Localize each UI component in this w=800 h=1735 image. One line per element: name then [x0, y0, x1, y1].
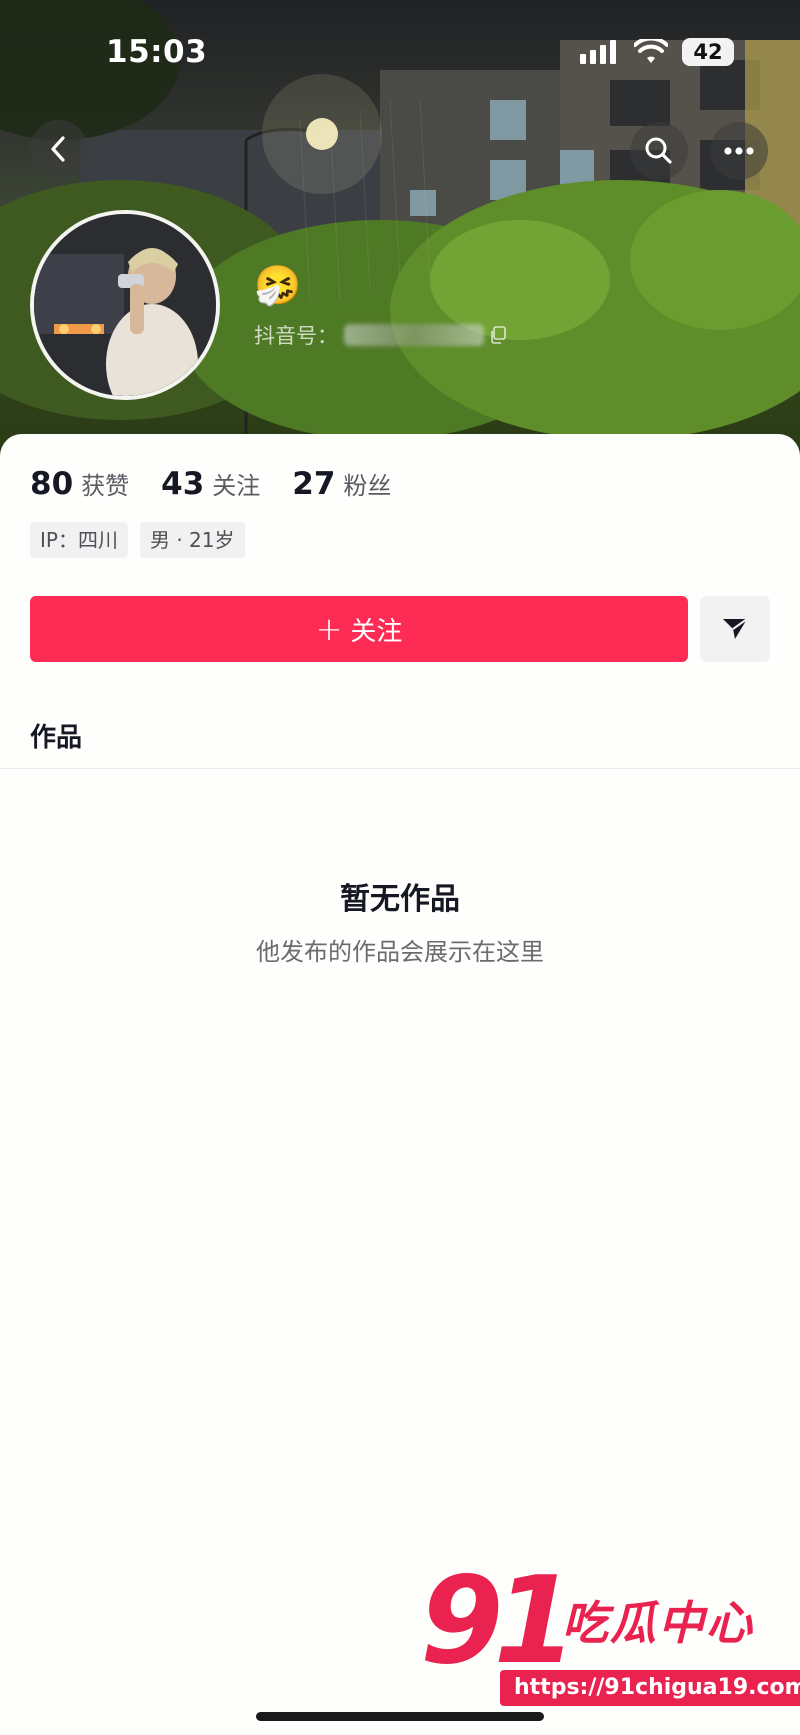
search-icon [645, 137, 672, 164]
back-button[interactable] [30, 120, 88, 178]
empty-state-title: 暂无作品 [340, 882, 460, 917]
empty-state-subtitle: 他发布的作品会展示在这里 [256, 938, 544, 966]
cellular-signal-icon [580, 40, 616, 64]
douyin-id-label: 抖音号： [254, 324, 338, 348]
home-indicator[interactable] [256, 1712, 544, 1721]
watermark-url: https://91chigua19.com [500, 1670, 800, 1706]
watermark-logo: 91 吃瓜中心 https://91chigua19.com [420, 1562, 800, 1720]
more-options-button[interactable] [710, 122, 768, 180]
stat-followers[interactable]: 27 粉丝 [292, 466, 391, 502]
battery-indicator: 42 [682, 38, 734, 66]
stat-following-value: 43 [161, 466, 205, 502]
tag-ip-location: IP：四川 [30, 522, 128, 558]
watermark-name: 吃瓜中心 [562, 1596, 754, 1650]
status-time: 15:03 [106, 34, 208, 70]
message-button[interactable] [700, 596, 770, 662]
follow-button-label: 关注 [350, 616, 403, 647]
profile-stats: 80 获赞 43 关注 27 粉丝 [30, 466, 391, 502]
profile-nickname-emoji: 🤧 [254, 263, 302, 307]
send-message-icon [723, 618, 748, 639]
stat-followers-label: 粉丝 [343, 472, 392, 500]
follow-button[interactable]: + 关注 [30, 596, 688, 662]
tab-works[interactable]: 作品 [30, 717, 82, 754]
more-horizontal-icon [724, 147, 754, 155]
stat-following-label: 关注 [212, 472, 261, 500]
douyin-id-value-redacted [344, 324, 484, 346]
wifi-icon [634, 39, 668, 63]
tag-gender-age: 男 · 21岁 [139, 522, 245, 558]
stat-likes-label: 获赞 [81, 472, 130, 500]
copy-icon[interactable] [490, 326, 506, 344]
stat-likes-value: 80 [30, 466, 74, 502]
stat-likes: 80 获赞 [30, 466, 129, 502]
profile-tags: IP：四川 男 · 21岁 [30, 522, 245, 558]
avatar[interactable] [30, 210, 220, 400]
status-icons: 42 [580, 38, 734, 66]
plus-icon: + [315, 610, 343, 648]
stat-followers-value: 27 [292, 466, 336, 502]
search-button[interactable] [630, 122, 688, 180]
tab-divider [0, 768, 800, 769]
douyin-id[interactable]: 抖音号： [254, 320, 506, 350]
chevron-left-icon [51, 136, 65, 162]
profile-content-card: 80 获赞 43 关注 27 粉丝 IP：四川 男 · 21岁 + 关注 作品 … [0, 434, 800, 1735]
watermark-number: 91 [420, 1552, 577, 1691]
stat-following[interactable]: 43 关注 [161, 466, 260, 502]
